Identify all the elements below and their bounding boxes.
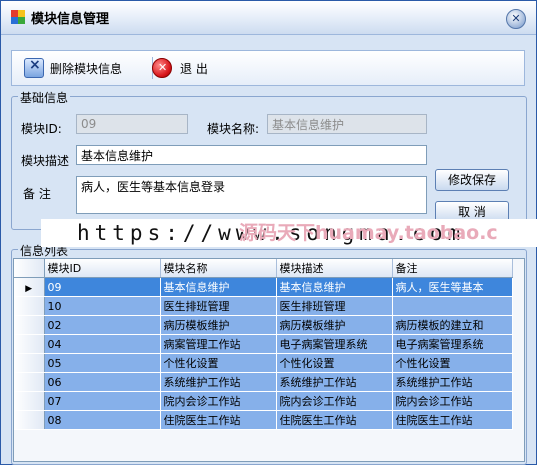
cell-remark[interactable]: 住院医生工作站 bbox=[392, 410, 513, 430]
watermark-shop-text: 源码天下huamay.taobao.c bbox=[239, 222, 498, 244]
cell-module-id[interactable]: 09 bbox=[44, 277, 161, 297]
cell-module-desc[interactable]: 住院医生工作站 bbox=[276, 410, 393, 430]
exit-icon bbox=[152, 58, 172, 78]
column-header-module-id[interactable]: 模块ID bbox=[44, 259, 161, 278]
app-icon bbox=[11, 10, 25, 24]
cell-module-desc[interactable]: 电子病案管理系统 bbox=[276, 334, 393, 354]
cell-module-id[interactable]: 02 bbox=[44, 315, 161, 335]
module-desc-input[interactable] bbox=[76, 145, 427, 165]
table-row[interactable]: 05 个性化设置 个性化设置 个性化设置 bbox=[14, 353, 513, 373]
module-data-grid[interactable]: 模块ID 模块名称 模块描述 备注 ▶ 09 基本信息维护 基本信息维护 病人，… bbox=[13, 258, 525, 462]
module-desc-label: 模块描述 bbox=[21, 154, 70, 168]
column-header-module-desc[interactable]: 模块描述 bbox=[276, 259, 393, 278]
row-selector[interactable] bbox=[14, 296, 45, 316]
cell-module-desc[interactable]: 院内会诊工作站 bbox=[276, 391, 393, 411]
row-selector[interactable] bbox=[14, 353, 45, 373]
cell-module-id[interactable]: 06 bbox=[44, 372, 161, 392]
cell-remark[interactable]: 电子病案管理系统 bbox=[392, 334, 513, 354]
column-header-module-name[interactable]: 模块名称 bbox=[160, 259, 277, 278]
save-changes-button[interactable]: 修改保存 bbox=[435, 169, 509, 191]
cell-module-name[interactable]: 医生排班管理 bbox=[160, 296, 277, 316]
module-id-label: 模块ID: bbox=[21, 122, 62, 136]
row-selector[interactable] bbox=[14, 334, 45, 354]
table-row[interactable]: 07 院内会诊工作站 院内会诊工作站 院内会诊工作站 bbox=[14, 391, 513, 411]
cell-remark[interactable]: 系统维护工作站 bbox=[392, 372, 513, 392]
cell-module-desc[interactable]: 个性化设置 bbox=[276, 353, 393, 373]
toolbar: 删除模块信息 退 出 bbox=[11, 50, 525, 86]
table-row[interactable]: 02 病历模板维护 病历模板维护 病历模板的建立和 bbox=[14, 315, 513, 335]
module-name-label: 模块名称: bbox=[207, 122, 260, 136]
cell-module-name[interactable]: 院内会诊工作站 bbox=[160, 391, 277, 411]
cell-remark[interactable]: 病历模板的建立和 bbox=[392, 315, 513, 335]
title-bar[interactable]: 模块信息管理 ✕ bbox=[1, 1, 536, 35]
watermark-banner: https://www.songma.com 源码天下huamay.taobao… bbox=[41, 219, 537, 247]
delete-module-label: 删除模块信息 bbox=[50, 61, 123, 76]
close-window-button[interactable]: ✕ bbox=[506, 9, 526, 29]
cell-module-name[interactable]: 病案管理工作站 bbox=[160, 334, 277, 354]
basic-info-legend: 基础信息 bbox=[18, 89, 71, 106]
exit-button[interactable]: 退 出 bbox=[152, 56, 208, 80]
cell-module-id[interactable]: 07 bbox=[44, 391, 161, 411]
cell-module-name[interactable]: 住院医生工作站 bbox=[160, 410, 277, 430]
cell-module-id[interactable]: 05 bbox=[44, 353, 161, 373]
module-info-window: 模块信息管理 ✕ 删除模块信息 退 出 基础信息 模块ID: 模块名称: 模块描… bbox=[0, 0, 537, 465]
module-name-input[interactable] bbox=[267, 114, 427, 134]
remark-label: 备 注 bbox=[23, 187, 51, 201]
row-selector[interactable] bbox=[14, 372, 45, 392]
cell-module-desc[interactable]: 病历模板维护 bbox=[276, 315, 393, 335]
cell-module-name[interactable]: 基本信息维护 bbox=[160, 277, 277, 297]
module-table: 模块ID 模块名称 模块描述 备注 ▶ 09 基本信息维护 基本信息维护 病人，… bbox=[14, 259, 513, 430]
remark-textarea[interactable]: 病人，医生等基本信息登录 bbox=[76, 176, 427, 214]
table-row[interactable]: ▶ 09 基本信息维护 基本信息维护 病人，医生等基本 bbox=[14, 277, 513, 297]
cell-remark[interactable]: 个性化设置 bbox=[392, 353, 513, 373]
table-row[interactable]: 06 系统维护工作站 系统维护工作站 系统维护工作站 bbox=[14, 372, 513, 392]
delete-module-button[interactable]: 删除模块信息 bbox=[24, 56, 122, 80]
row-selector[interactable] bbox=[14, 410, 45, 430]
table-row[interactable]: 04 病案管理工作站 电子病案管理系统 电子病案管理系统 bbox=[14, 334, 513, 354]
cell-module-id[interactable]: 04 bbox=[44, 334, 161, 354]
cell-module-desc[interactable]: 系统维护工作站 bbox=[276, 372, 393, 392]
cell-module-name[interactable]: 病历模板维护 bbox=[160, 315, 277, 335]
window-title: 模块信息管理 bbox=[31, 12, 110, 27]
cell-remark[interactable]: 病人，医生等基本 bbox=[392, 277, 513, 297]
row-header-corner bbox=[14, 259, 45, 278]
cell-remark[interactable] bbox=[392, 296, 513, 316]
table-header-row: 模块ID 模块名称 模块描述 备注 bbox=[14, 259, 513, 278]
cell-module-name[interactable]: 系统维护工作站 bbox=[160, 372, 277, 392]
column-header-remark[interactable]: 备注 bbox=[392, 259, 513, 278]
delete-icon bbox=[24, 57, 44, 78]
module-id-input[interactable] bbox=[76, 114, 188, 134]
cell-module-name[interactable]: 个性化设置 bbox=[160, 353, 277, 373]
exit-label: 退 出 bbox=[180, 61, 208, 76]
cell-module-desc[interactable]: 基本信息维护 bbox=[276, 277, 393, 297]
row-selector[interactable] bbox=[14, 391, 45, 411]
cell-module-id[interactable]: 10 bbox=[44, 296, 161, 316]
row-pointer-icon: ▶ bbox=[25, 283, 33, 294]
cell-remark[interactable]: 院内会诊工作站 bbox=[392, 391, 513, 411]
cell-module-id[interactable]: 08 bbox=[44, 410, 161, 430]
row-selector[interactable] bbox=[14, 315, 45, 335]
table-row[interactable]: 08 住院医生工作站 住院医生工作站 住院医生工作站 bbox=[14, 410, 513, 430]
cell-module-desc[interactable]: 医生排班管理 bbox=[276, 296, 393, 316]
row-selector[interactable]: ▶ bbox=[14, 277, 45, 297]
table-row[interactable]: 10 医生排班管理 医生排班管理 bbox=[14, 296, 513, 316]
